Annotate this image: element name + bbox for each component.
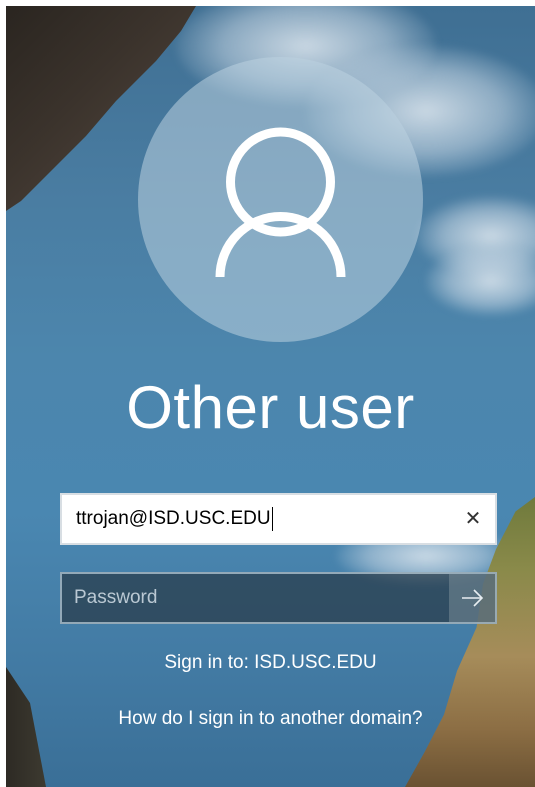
background-cloud: [426, 246, 535, 316]
text-caret: [271, 506, 273, 531]
username-value: ttrojan@ISD.USC.EDU: [76, 508, 271, 529]
user-display-name: Other user: [126, 374, 415, 441]
lock-screen: Other user ttrojan@ISD.USC.EDU ✕ Passwor…: [6, 6, 535, 787]
other-domain-link[interactable]: How do I sign in to another domain?: [6, 708, 535, 730]
username-input[interactable]: ttrojan@ISD.USC.EDU: [76, 495, 273, 543]
user-silhouette-icon: [215, 127, 346, 278]
sign-in-domain-label: Sign in to: ISD.USC.EDU: [164, 652, 377, 673]
arrow-right-icon: [462, 589, 484, 607]
username-field[interactable]: ttrojan@ISD.USC.EDU ✕: [60, 493, 497, 545]
password-placeholder: Password: [74, 587, 158, 608]
close-icon[interactable]: ✕: [461, 507, 485, 531]
password-field[interactable]: Password: [60, 572, 497, 624]
submit-button[interactable]: [449, 574, 495, 622]
avatar: [138, 57, 423, 342]
